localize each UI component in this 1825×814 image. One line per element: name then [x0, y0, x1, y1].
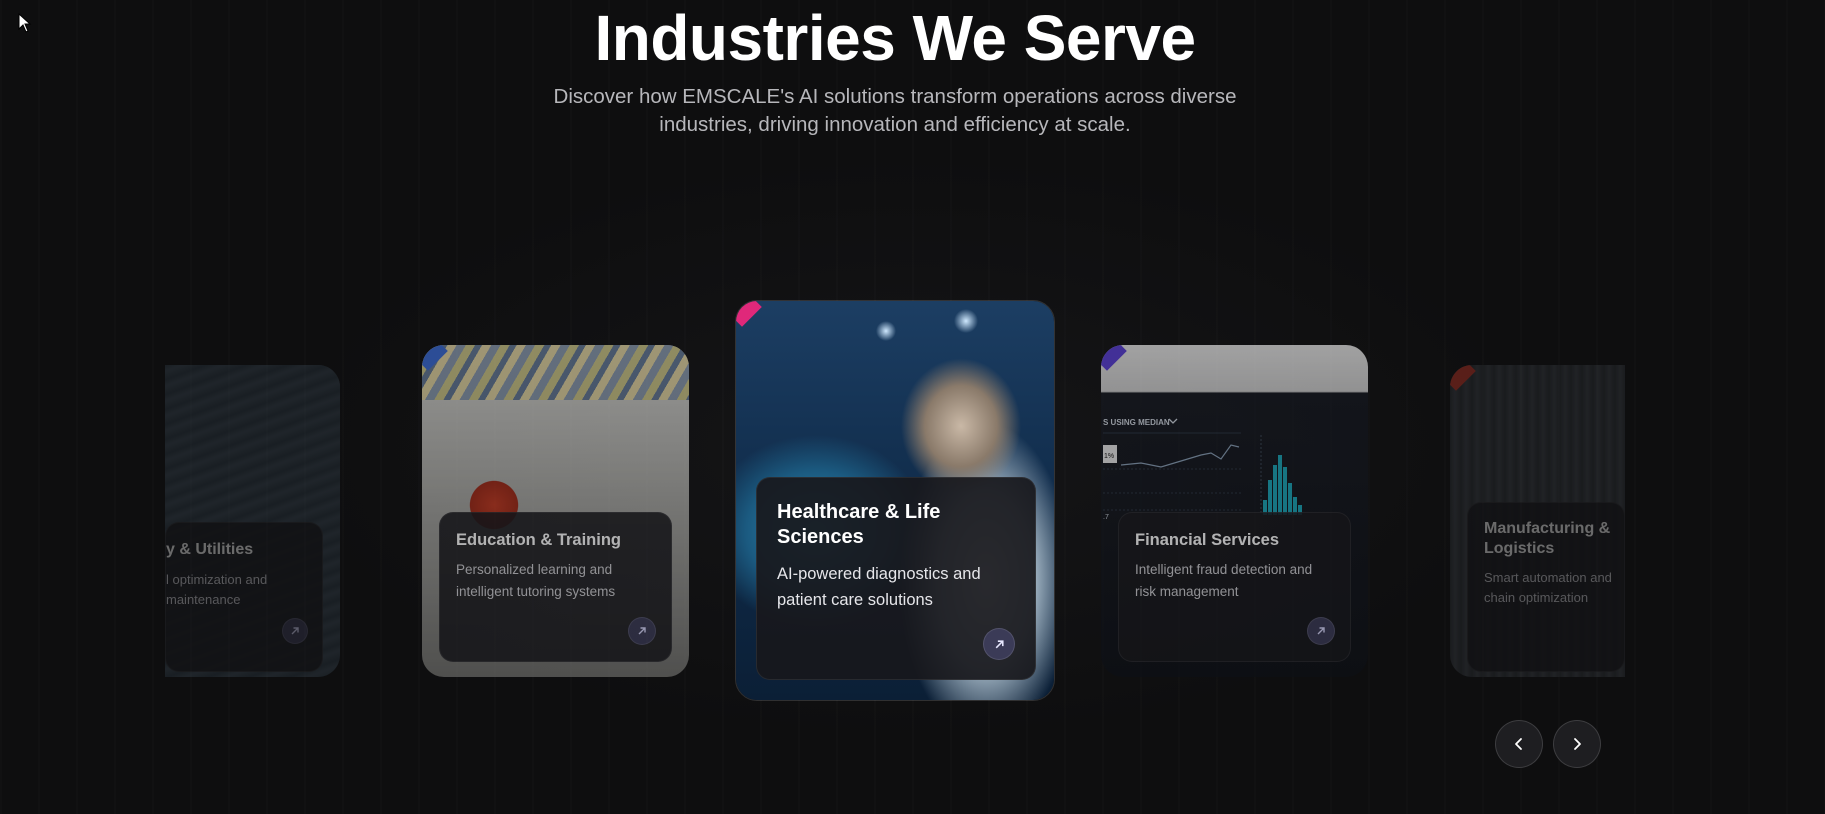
card-info-box: Financial Services Intelligent fraud det…	[1118, 512, 1351, 662]
card-description: Intelligent fraud detection and risk man…	[1135, 562, 1313, 599]
card-description: AI-powered diagnostics and patient care …	[777, 565, 981, 609]
card-title: y & Utilities	[166, 541, 254, 558]
card-info-box: Healthcare & Life Sciences AI-powered di…	[756, 477, 1036, 680]
carousel-prev-button[interactable]	[1495, 720, 1543, 768]
card-title: Healthcare & Life Sciences	[777, 501, 941, 548]
arrow-up-right-icon	[995, 639, 1004, 648]
card-description: Smart automation and chain optimization	[1484, 570, 1612, 605]
card-arrow-button[interactable]	[628, 617, 656, 645]
industry-card-energy-utilities[interactable]: y & Utilities l optimization and mainten…	[165, 365, 340, 677]
dashboard-heading: S USING MEDIAN	[1103, 418, 1170, 427]
card-image-painting	[422, 345, 689, 400]
arrow-up-right-icon	[1317, 627, 1325, 635]
arrow-up-right-icon	[638, 627, 646, 635]
card-title: Education & Training	[456, 531, 622, 549]
page: Industries We Serve Discover how EMSCALE…	[0, 0, 1825, 814]
arrow-up-right-icon	[291, 627, 299, 635]
industry-card-healthcare-life-sciences[interactable]: Healthcare & Life Sciences AI-powered di…	[735, 300, 1055, 701]
industry-card-manufacturing-logistics[interactable]: Manufacturing & Logistics Smart automati…	[1450, 365, 1625, 677]
card-arrow-button[interactable]	[983, 628, 1015, 660]
dashboard-badge: 1%	[1104, 453, 1114, 460]
industry-card-financial-services[interactable]: S USING MEDIAN 1% .7 Financial Services …	[1101, 345, 1368, 677]
card-info-box: y & Utilities l optimization and mainten…	[165, 522, 323, 672]
card-info-box: Education & Training Personalized learni…	[439, 512, 672, 662]
card-description: Personalized learning and intelligent tu…	[456, 562, 616, 599]
card-info-box: Manufacturing & Logistics Smart automati…	[1467, 502, 1625, 672]
industry-card-education-training[interactable]: Education & Training Personalized learni…	[422, 345, 689, 677]
carousel-next-button[interactable]	[1553, 720, 1601, 768]
chevron-right-icon	[1574, 738, 1581, 750]
page-subtitle: Discover how EMSCALE's AI solutions tran…	[553, 85, 1237, 136]
card-title: Financial Services	[1135, 531, 1279, 549]
card-arrow-button[interactable]	[282, 618, 308, 644]
dashboard-value: .7	[1103, 514, 1109, 521]
card-description: l optimization and maintenance	[166, 572, 268, 607]
chevron-left-icon	[1515, 738, 1522, 750]
card-arrow-button[interactable]	[1307, 617, 1335, 645]
card-title: Manufacturing & Logistics	[1484, 520, 1611, 557]
page-title: Industries We Serve	[594, 2, 1196, 74]
card-image-dashboard: S USING MEDIAN 1% .7	[1103, 418, 1302, 521]
